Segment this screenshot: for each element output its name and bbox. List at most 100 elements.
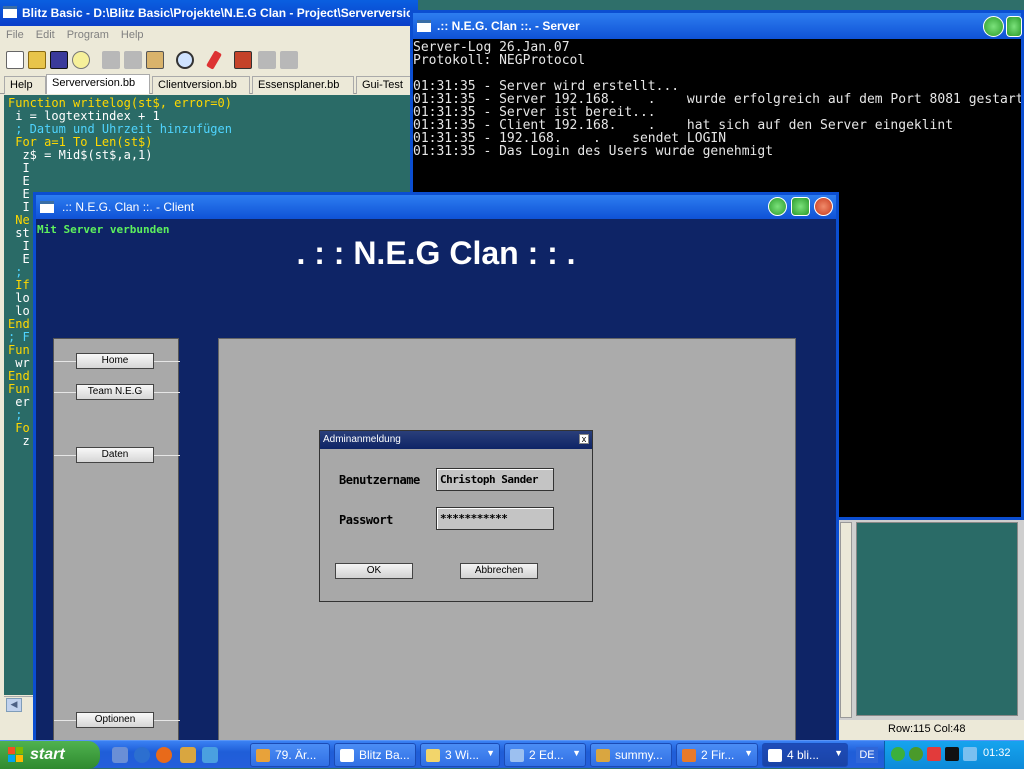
menu-edit[interactable]: Edit bbox=[30, 26, 61, 41]
password-field[interactable]: *********** bbox=[436, 507, 554, 530]
ide-tabs: Help Serverversion.bb Clientversion.bb E… bbox=[0, 74, 418, 94]
task-app-icon bbox=[426, 749, 440, 762]
minimize-icon[interactable] bbox=[983, 16, 1004, 37]
cut-icon[interactable] bbox=[102, 51, 120, 69]
tray-calendar-icon[interactable] bbox=[927, 747, 941, 761]
task-label: Blitz Ba... bbox=[359, 748, 410, 762]
window-icon bbox=[3, 6, 17, 18]
tab-serverversion[interactable]: Serverversion.bb bbox=[46, 74, 150, 94]
home-icon[interactable] bbox=[234, 51, 252, 69]
taskbar-task-button[interactable]: 2 Ed... ▼ bbox=[504, 743, 586, 767]
tab-clientversion[interactable]: Clientversion.bb bbox=[152, 76, 250, 94]
start-label: start bbox=[30, 746, 65, 763]
tab-essensplaner[interactable]: Essensplaner.bb bbox=[252, 76, 354, 94]
menu-help[interactable]: Help bbox=[115, 26, 150, 41]
dialog-title-text: Adminanmeldung bbox=[323, 434, 401, 445]
code-line: I bbox=[8, 161, 30, 175]
quicklaunch-app2-icon[interactable] bbox=[180, 747, 196, 763]
taskbar-task-button[interactable]: 79. Är... bbox=[250, 743, 330, 767]
tray-app-icon[interactable] bbox=[945, 747, 959, 761]
taskbar-task-button[interactable]: summy... bbox=[590, 743, 672, 767]
open-folder-icon[interactable] bbox=[28, 51, 46, 69]
window-icon bbox=[417, 20, 431, 32]
quicklaunch-ie-icon[interactable] bbox=[134, 747, 150, 763]
chevron-down-icon: ▼ bbox=[572, 748, 581, 758]
menu-file[interactable]: File bbox=[0, 26, 30, 41]
task-app-icon bbox=[596, 749, 610, 762]
clock: 01:32 bbox=[983, 747, 1011, 759]
tray-network-icon[interactable] bbox=[963, 747, 977, 761]
log-line: Protokoll: NEGProtocol bbox=[413, 53, 586, 68]
task-label: 2 Fir... bbox=[701, 748, 735, 762]
system-tray: 01:32 bbox=[884, 741, 1024, 769]
find-icon[interactable] bbox=[176, 51, 194, 69]
chevron-down-icon: ▼ bbox=[834, 748, 843, 758]
username-label: Benutzername bbox=[339, 473, 420, 487]
nav-home-button[interactable]: Home bbox=[76, 353, 154, 369]
taskbar-task-button[interactable]: 3 Wi... ▼ bbox=[420, 743, 500, 767]
task-app-icon bbox=[510, 749, 524, 762]
cancel-button[interactable]: Abbrechen bbox=[460, 563, 538, 579]
scroll-left-icon[interactable]: ◀ bbox=[6, 698, 22, 712]
task-label: 79. Är... bbox=[275, 748, 317, 762]
log-line: 01:31:35 - Das Login des Users wurde gen… bbox=[413, 144, 774, 159]
nav-daten-button[interactable]: Daten bbox=[76, 447, 154, 463]
client-title-text: .:: N.E.G. Clan ::. - Client bbox=[62, 200, 195, 214]
ide-status-bar: Row:115 Col:48 bbox=[838, 720, 1024, 740]
nav-optionen-button[interactable]: Optionen bbox=[76, 712, 154, 728]
server-title-bar[interactable]: .:: N.E.G. Clan ::. - Server bbox=[413, 13, 1022, 39]
password-label: Passwort bbox=[339, 513, 393, 527]
taskbar-task-button[interactable]: 4 bli... ▼ bbox=[762, 743, 848, 767]
taskbar-task-button[interactable]: 2 Fir... ▼ bbox=[676, 743, 758, 767]
quicklaunch-desktop-icon[interactable] bbox=[202, 747, 218, 763]
new-file-icon[interactable] bbox=[6, 51, 24, 69]
close-icon[interactable]: x bbox=[579, 434, 589, 444]
client-title-bar[interactable]: .:: N.E.G. Clan ::. - Client bbox=[36, 195, 836, 219]
ide-title-bar[interactable]: Blitz Basic - D:\Blitz Basic\Projekte\N.… bbox=[0, 0, 418, 26]
code-line: E bbox=[8, 174, 30, 188]
clan-heading: . : : N.E.G Clan : : . bbox=[296, 235, 576, 271]
lightbulb-icon[interactable] bbox=[72, 51, 90, 69]
back-icon[interactable] bbox=[258, 51, 276, 69]
task-label: 4 bli... bbox=[787, 748, 820, 762]
menu-program[interactable]: Program bbox=[61, 26, 115, 41]
ide-title-text: Blitz Basic - D:\Blitz Basic\Projekte\N.… bbox=[22, 6, 418, 20]
quicklaunch-app-icon[interactable] bbox=[112, 747, 128, 763]
window-icon bbox=[40, 201, 54, 213]
compile-icon[interactable] bbox=[206, 50, 222, 70]
tab-help[interactable]: Help bbox=[4, 76, 46, 94]
pane-scrollbar[interactable] bbox=[840, 522, 852, 718]
server-title-text: .:: N.E.G. Clan ::. - Server bbox=[437, 19, 580, 33]
tab-gui-test[interactable]: Gui-Test bbox=[356, 76, 418, 94]
windows-logo-icon bbox=[8, 747, 24, 763]
quicklaunch-firefox-icon[interactable] bbox=[156, 747, 172, 763]
chevron-down-icon: ▼ bbox=[486, 748, 495, 758]
copy-icon[interactable] bbox=[124, 51, 142, 69]
taskbar-task-button[interactable]: Blitz Ba... bbox=[334, 743, 416, 767]
tray-antivirus-icon[interactable] bbox=[909, 747, 923, 761]
nav-team-button[interactable]: Team N.E.G bbox=[76, 384, 154, 400]
paste-icon[interactable] bbox=[146, 51, 164, 69]
cursor-position: Row:115 Col:48 bbox=[888, 723, 966, 735]
dialog-title-bar[interactable]: Adminanmeldung x bbox=[320, 431, 592, 449]
ok-button[interactable]: OK bbox=[335, 563, 413, 579]
tray-arrow-icon[interactable] bbox=[891, 747, 905, 761]
task-label: 2 Ed... bbox=[529, 748, 564, 762]
taskbar: start 79. Är... Blitz Ba... 3 Wi... ▼ 2 Ed..… bbox=[0, 740, 1024, 769]
username-field[interactable]: Christoph Sander bbox=[436, 468, 554, 491]
task-app-icon bbox=[768, 749, 782, 762]
admin-login-dialog: Adminanmeldung x Benutzername Christoph … bbox=[319, 430, 593, 602]
close-icon[interactable] bbox=[814, 197, 833, 216]
forward-icon[interactable] bbox=[280, 51, 298, 69]
start-button[interactable]: start bbox=[0, 741, 100, 769]
code-line: z$ = Mid$(st$,a,1) bbox=[8, 148, 153, 162]
maximize-icon[interactable] bbox=[791, 197, 810, 216]
task-app-icon bbox=[256, 749, 270, 762]
language-indicator[interactable]: DE bbox=[856, 747, 878, 763]
save-icon[interactable] bbox=[50, 51, 68, 69]
pane-content bbox=[856, 522, 1018, 716]
maximize-icon[interactable] bbox=[1006, 16, 1022, 37]
minimize-icon[interactable] bbox=[768, 197, 787, 216]
client-nav-panel: Home Team N.E.G Daten Optionen bbox=[53, 338, 180, 743]
chevron-down-icon: ▼ bbox=[744, 748, 753, 758]
